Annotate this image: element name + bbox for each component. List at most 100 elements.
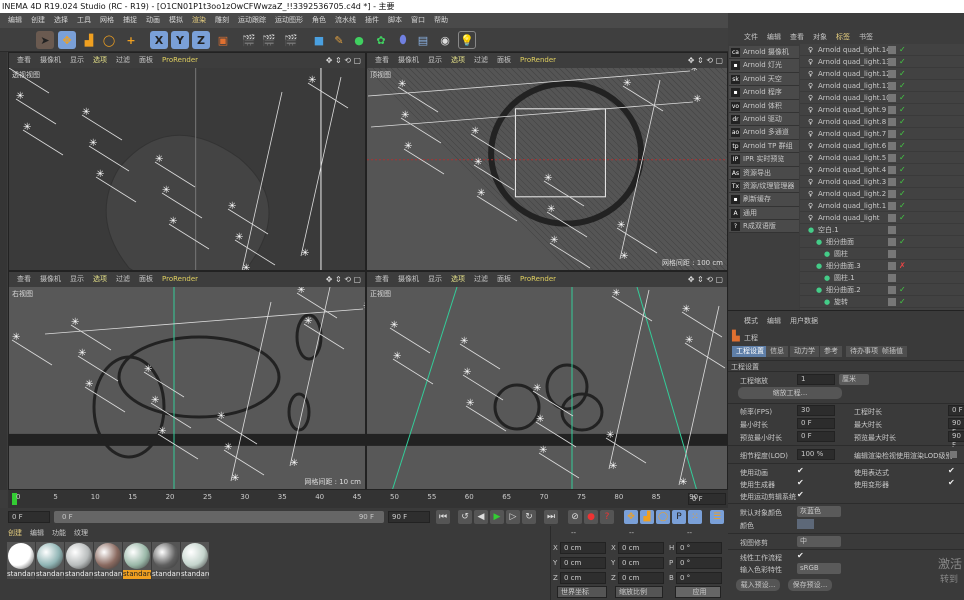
object-row[interactable]: ● 圆柱 bbox=[800, 248, 964, 260]
scale-project-button[interactable]: 缩放工程... bbox=[738, 387, 842, 399]
arnold-tool-button[interactable]: Tx 资源/纹理管理器 bbox=[729, 179, 799, 194]
coord-field[interactable]: 0 cm bbox=[560, 557, 606, 569]
arnold-tool-button[interactable]: A 通用 bbox=[729, 206, 799, 221]
menu-item[interactable]: 模拟 bbox=[169, 13, 183, 28]
add-tool-icon[interactable]: + bbox=[122, 31, 140, 49]
attribute-tab[interactable]: 工程设置 bbox=[732, 346, 768, 357]
object-manager-tab[interactable]: 对象 bbox=[813, 30, 827, 44]
material-swatch[interactable]: standard bbox=[123, 542, 151, 579]
visibility-toggle[interactable] bbox=[888, 226, 896, 234]
render-settings-icon[interactable]: 🎬 bbox=[282, 31, 300, 49]
visibility-toggle[interactable] bbox=[888, 250, 896, 258]
viewport-nav-icons[interactable]: ✥ ⇕ ⟲ ▢ bbox=[326, 53, 361, 68]
object-row[interactable]: ♀ Arnold quad_light.8 ✓ bbox=[800, 116, 964, 128]
attribute-menu-item[interactable]: 编辑 bbox=[767, 316, 781, 326]
menu-item[interactable]: 雕刻 bbox=[215, 13, 229, 28]
menu-item[interactable]: 运动跟踪 bbox=[238, 13, 266, 28]
object-row[interactable]: ● 空白.1 bbox=[800, 224, 964, 236]
cube-icon[interactable]: ■ bbox=[310, 31, 328, 49]
visibility-toggle[interactable] bbox=[888, 286, 896, 294]
attribute-tab[interactable]: 待办事项 bbox=[846, 346, 882, 357]
viewport-nav-icons[interactable]: ✥ ⇕ ⟲ ▢ bbox=[688, 272, 723, 287]
render-lod-checkbox[interactable] bbox=[950, 451, 957, 458]
timeline-layout-icon[interactable]: ☰ bbox=[710, 510, 724, 524]
object-row[interactable]: ♀ Arnold quad_light.9 ✓ bbox=[800, 104, 964, 116]
object-row[interactable]: ♀ Arnold quad_light.10 ✓ bbox=[800, 92, 964, 104]
viewport-menu-filter[interactable]: 过滤 bbox=[116, 272, 130, 287]
menu-item[interactable]: 选择 bbox=[54, 13, 68, 28]
object-row[interactable]: ♀ Arnold quad_light.7 ✓ bbox=[800, 128, 964, 140]
fps-field[interactable]: 30 bbox=[797, 405, 835, 416]
viewport-menu-options[interactable]: 选项 bbox=[93, 53, 107, 68]
enabled-toggle[interactable]: ✓ bbox=[899, 128, 906, 140]
use-generators-checkbox[interactable]: ✔ bbox=[797, 478, 804, 487]
lod-field[interactable]: 100 % bbox=[797, 449, 835, 460]
coordinate-system-icon[interactable]: ▣ bbox=[214, 31, 232, 49]
viewport-menu-prorender[interactable]: ProRender bbox=[520, 272, 556, 287]
viewport-menu-filter[interactable]: 过滤 bbox=[474, 272, 488, 287]
prev-frame-icon[interactable]: ◀ bbox=[474, 510, 488, 524]
material-swatch[interactable]: standard bbox=[65, 542, 93, 579]
enabled-toggle[interactable]: ✓ bbox=[899, 68, 906, 80]
material-tab[interactable]: 功能 bbox=[52, 528, 66, 538]
apply-button[interactable]: 应用 bbox=[675, 586, 721, 598]
record-off-icon[interactable]: ⊘ bbox=[568, 510, 582, 524]
visibility-toggle[interactable] bbox=[888, 70, 896, 78]
enabled-toggle[interactable]: ✓ bbox=[899, 152, 906, 164]
viewport-menu-filter[interactable]: 过滤 bbox=[474, 53, 488, 68]
record-icon[interactable]: ● bbox=[584, 510, 598, 524]
project-length-field[interactable]: 0 F bbox=[948, 405, 964, 416]
visibility-toggle[interactable] bbox=[888, 94, 896, 102]
use-expressions-checkbox[interactable]: ✔ bbox=[948, 466, 955, 475]
menu-item[interactable]: 角色 bbox=[312, 13, 326, 28]
coord-field[interactable]: 0 cm bbox=[560, 542, 606, 554]
viewport-menu-view[interactable]: 查看 bbox=[17, 53, 31, 68]
end-frame-field[interactable]: 90 F bbox=[388, 511, 430, 523]
default-color-dropdown[interactable]: 灰蓝色 bbox=[797, 506, 841, 517]
move-tool-icon[interactable]: ✥ bbox=[58, 31, 76, 49]
enabled-toggle[interactable]: ✓ bbox=[899, 104, 906, 116]
viewport-menu-prorender[interactable]: ProRender bbox=[162, 53, 198, 68]
y-axis-button[interactable]: Y bbox=[171, 31, 189, 49]
key-param-icon[interactable]: P bbox=[672, 510, 686, 524]
object-row[interactable]: ♀ Arnold quad_light.4 ✓ bbox=[800, 164, 964, 176]
coord-field[interactable]: 0 cm bbox=[618, 557, 664, 569]
enabled-toggle[interactable]: ✓ bbox=[899, 200, 906, 212]
object-manager-tab[interactable]: 查看 bbox=[790, 30, 804, 44]
object-manager-tab[interactable]: 书签 bbox=[859, 30, 873, 44]
menu-item[interactable]: 渲染 bbox=[192, 13, 206, 28]
save-preset-button[interactable]: 保存预设... bbox=[788, 579, 832, 591]
min-time-field[interactable]: 0 F bbox=[797, 418, 835, 429]
viewport-menu-view[interactable]: 查看 bbox=[17, 272, 31, 287]
viewport-menu-panel[interactable]: 面板 bbox=[497, 53, 511, 68]
render-view-icon[interactable]: 🎬 bbox=[240, 31, 258, 49]
viewport[interactable]: 查看 摄像机 显示 选项 过滤 面板 ProRender ✥ ⇕ ⟲ ▢ ✳ ✳ ✳ ✳ ✳ ✳ ✳ ✳ ✳ ✳ ✳… bbox=[8, 52, 366, 271]
preview-max-field[interactable]: 90 F bbox=[948, 431, 964, 449]
enabled-toggle[interactable]: ✓ bbox=[899, 176, 906, 188]
viewport[interactable]: 查看 摄像机 显示 选项 过滤 面板 ProRender ✥ ⇕ ⟲ ▢ ✳ ✳ ✳ ✳ ✳ ✳ ✳ ✳ ✳ ✳ ✳… bbox=[366, 271, 728, 490]
arnold-tool-button[interactable]: sk Arnold 天空 bbox=[729, 72, 799, 87]
prev-key-icon[interactable]: ↺ bbox=[458, 510, 472, 524]
coord-field[interactable]: 0 ° bbox=[676, 542, 722, 554]
arnold-tool-button[interactable]: ▪ Arnold 程序 bbox=[729, 86, 799, 100]
preview-min-field[interactable]: 0 F bbox=[797, 431, 835, 442]
material-swatch[interactable]: standard bbox=[152, 542, 180, 579]
menu-item[interactable]: 编辑 bbox=[8, 13, 22, 28]
attribute-tab[interactable]: 动力学 bbox=[790, 346, 819, 357]
next-frame-icon[interactable]: ▷ bbox=[506, 510, 520, 524]
enabled-toggle[interactable]: ✓ bbox=[899, 80, 906, 92]
object-row[interactable]: ♀ Arnold quad_light.14 ✓ bbox=[800, 44, 964, 56]
menu-item[interactable]: 捕捉 bbox=[123, 13, 137, 28]
material-swatch[interactable]: standard bbox=[36, 542, 64, 579]
viewport-menu-options[interactable]: 选项 bbox=[451, 272, 465, 287]
enabled-toggle[interactable]: ✗ bbox=[899, 260, 906, 272]
object-row[interactable]: ♀ Arnold quad_light ✓ bbox=[800, 212, 964, 224]
visibility-toggle[interactable] bbox=[888, 82, 896, 90]
menu-item[interactable]: 创建 bbox=[31, 13, 45, 28]
scale-unit-dropdown[interactable]: 厘米 bbox=[839, 374, 869, 385]
visibility-toggle[interactable] bbox=[888, 130, 896, 138]
size-mode-dropdown[interactable]: 缩放比例 bbox=[615, 586, 663, 598]
visibility-toggle[interactable] bbox=[888, 106, 896, 114]
coord-field[interactable]: 0 cm bbox=[560, 572, 606, 584]
visibility-toggle[interactable] bbox=[888, 154, 896, 162]
